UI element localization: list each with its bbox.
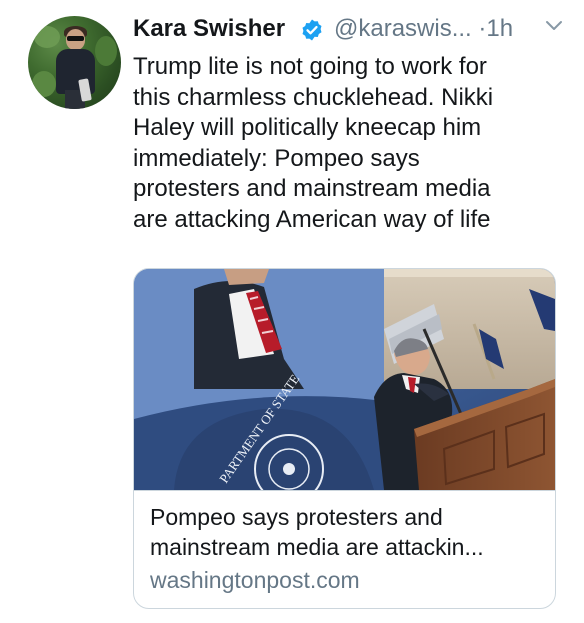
article-photo: PARTMENT OF STATE: [134, 269, 555, 490]
card-title[interactable]: Pompeo says protesters and mainstream me…: [150, 502, 545, 562]
author-handle-and-time[interactable]: @karaswis... ·1h: [334, 15, 513, 43]
tweet-text-line: are attacking American way of life: [133, 205, 491, 233]
tweet-header: Kara Swisher @karaswis... ·1h: [133, 12, 573, 46]
tweet-text-line: this charmless chucklehead. Nikki: [133, 83, 494, 111]
tweet-text-line: protesters and mainstream media: [133, 175, 491, 202]
tweet-text-line: immediately: Pompeo says: [133, 144, 420, 172]
verified-badge-icon: [302, 19, 322, 41]
tweet-text-line: Trump lite is not going to work for: [133, 53, 487, 80]
card-domain[interactable]: washingtonpost.com: [150, 567, 360, 594]
link-preview-image[interactable]: PARTMENT OF STATE: [134, 269, 555, 490]
card-divider: [134, 490, 555, 491]
author-name[interactable]: Kara Swisher: [133, 15, 285, 43]
chevron-down-icon[interactable]: [545, 20, 563, 32]
avatar-foliage: [32, 71, 56, 97]
card-title-line: Pompeo says protesters and: [150, 504, 443, 530]
tweet-text-line: Haley will politically kneecap him: [133, 114, 482, 141]
avatar-foliage: [34, 26, 60, 48]
tweet-text: Trump lite is not going to work for this…: [133, 52, 553, 235]
link-preview-card[interactable]: PARTMENT OF STATE Pompeo says protesters…: [133, 268, 556, 609]
card-title-line: mainstream media are attackin...: [150, 534, 484, 560]
avatar-foliage: [95, 36, 117, 66]
avatar-glasses: [67, 36, 84, 41]
author-avatar[interactable]: [28, 16, 121, 109]
